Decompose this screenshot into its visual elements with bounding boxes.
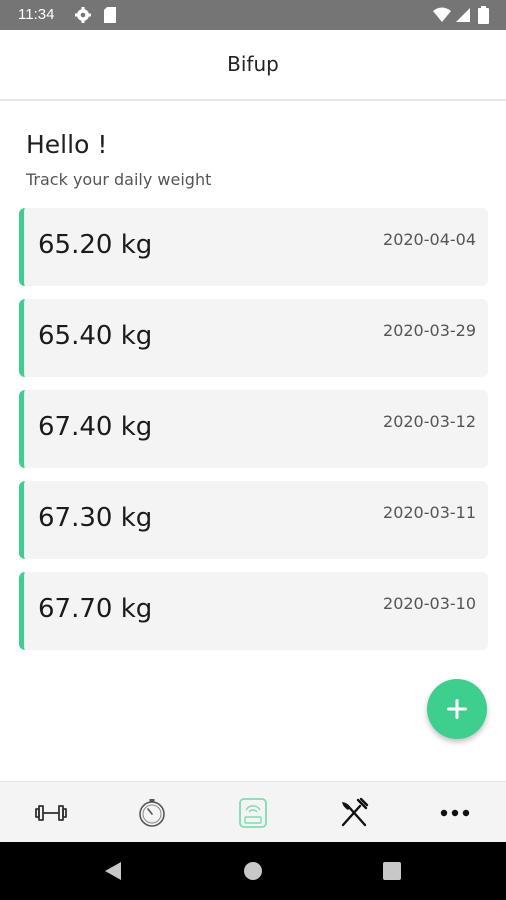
greeting-title: Hello !: [26, 130, 108, 159]
weight-value: 65.40 kg: [38, 321, 153, 351]
weight-entry[interactable]: 67.40 kg 2020-03-12: [19, 390, 488, 468]
signal-icon: [456, 8, 470, 22]
weight-entry[interactable]: 65.40 kg 2020-03-29: [19, 299, 488, 377]
weight-date: 2020-04-04: [383, 230, 476, 249]
weight-date: 2020-03-29: [383, 321, 476, 340]
nav-weight[interactable]: [235, 797, 271, 829]
app-title: Bifup: [227, 52, 279, 76]
weight-entry[interactable]: 65.20 kg 2020-04-04: [19, 208, 488, 286]
weight-date: 2020-03-12: [383, 412, 476, 431]
more-icon: [440, 809, 470, 817]
add-weight-button[interactable]: [427, 679, 487, 739]
nav-timer[interactable]: [134, 797, 170, 829]
status-bar: 11:34: [0, 0, 506, 30]
weight-list: 65.20 kg 2020-04-04 65.40 kg 2020-03-29 …: [19, 208, 488, 663]
weight-entry[interactable]: 67.70 kg 2020-03-10: [19, 572, 488, 650]
settings-icon: [75, 7, 91, 23]
weight-date: 2020-03-10: [383, 594, 476, 613]
weight-value: 67.70 kg: [38, 594, 153, 624]
nav-nutrition[interactable]: [336, 797, 372, 829]
nav-workouts[interactable]: [33, 797, 69, 829]
back-icon[interactable]: [101, 860, 123, 882]
status-time: 11:34: [18, 6, 55, 23]
dumbbell-icon: [35, 805, 67, 821]
fork-knife-icon: [341, 797, 369, 827]
weight-value: 67.40 kg: [38, 412, 153, 442]
weight-value: 65.20 kg: [38, 230, 153, 260]
nav-more[interactable]: [437, 797, 473, 829]
home-icon[interactable]: [242, 860, 264, 882]
system-nav-bar: [0, 842, 506, 900]
weight-entry[interactable]: 67.30 kg 2020-03-11: [19, 481, 488, 559]
wifi-icon: [433, 7, 451, 22]
scale-icon: [239, 798, 267, 828]
sim-card-icon: [104, 7, 116, 23]
recents-icon[interactable]: [382, 861, 402, 881]
app-bar: Bifup: [0, 30, 506, 101]
stopwatch-icon: [139, 799, 165, 827]
greeting-subtitle: Track your daily weight: [26, 170, 212, 189]
bottom-nav: [0, 781, 506, 842]
weight-value: 67.30 kg: [38, 503, 153, 533]
battery-icon: [478, 6, 489, 24]
weight-date: 2020-03-11: [383, 503, 476, 522]
plus-icon: [447, 699, 467, 719]
